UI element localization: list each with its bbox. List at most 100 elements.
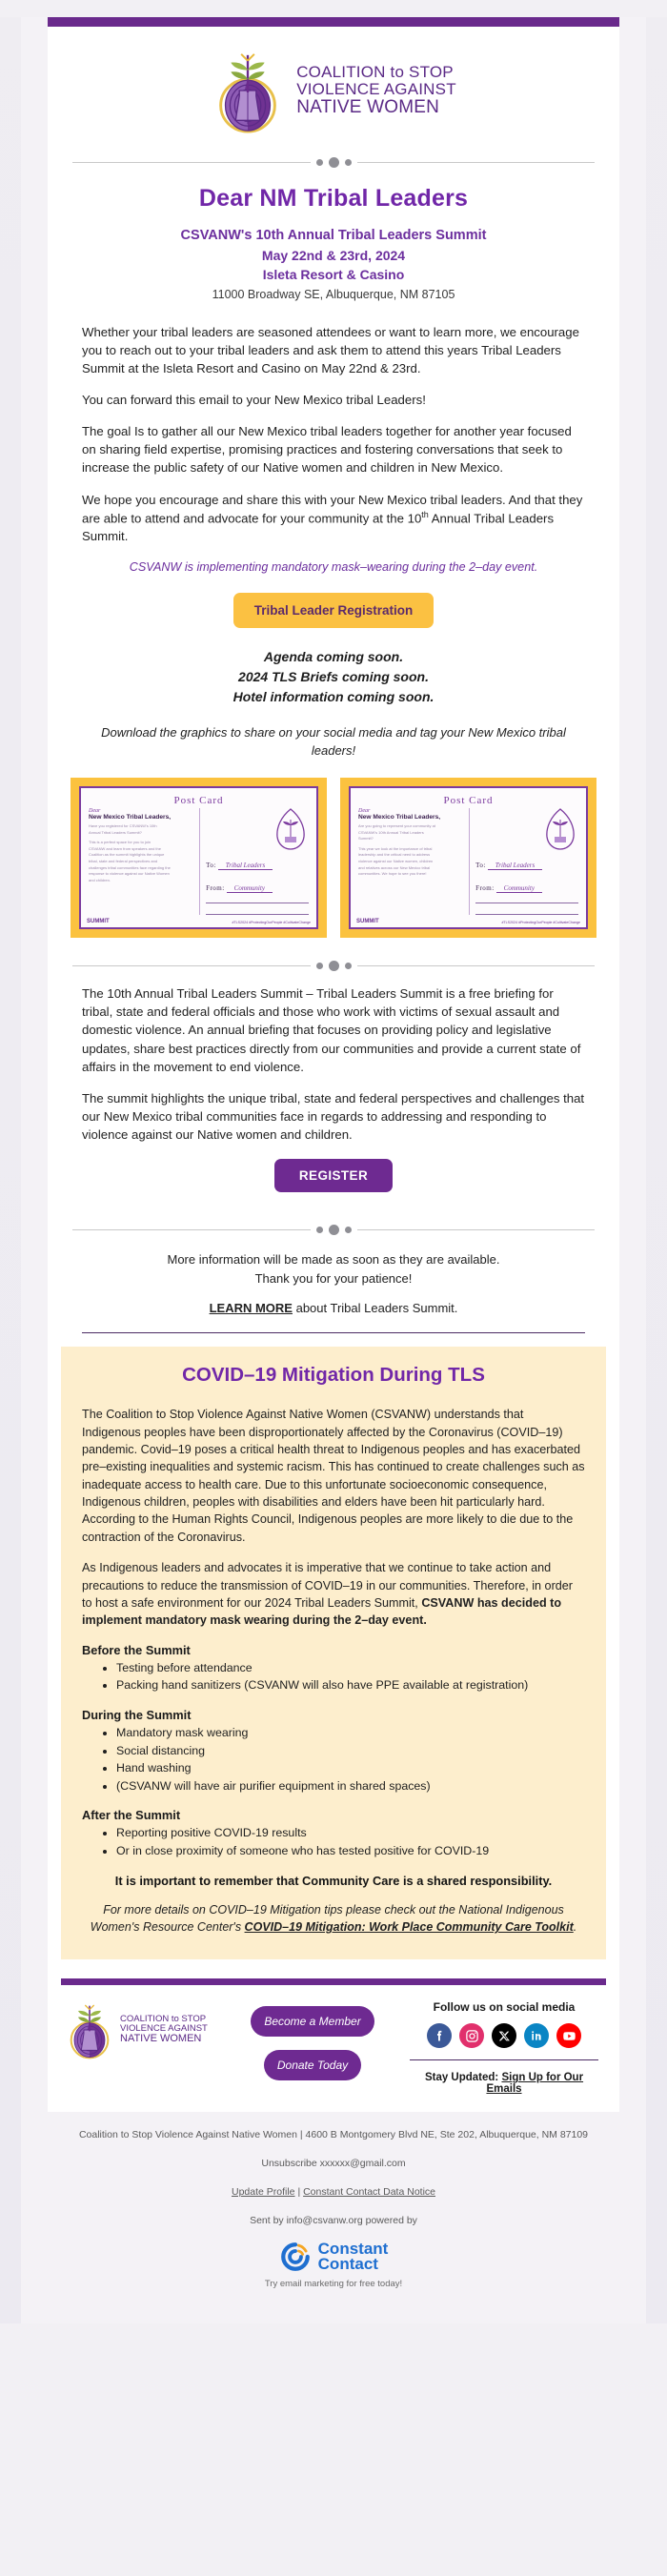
list-item: (CSVANW will have air purifier equipment… (116, 1777, 585, 1795)
postcard-to-value: Tribal Leaders (487, 862, 543, 871)
hotel-coming-soon: Hotel information coming soon. (232, 689, 435, 705)
list-item: Or in close proximity of someone who has… (116, 1842, 585, 1860)
covid-during-heading: During the Summit (82, 1707, 192, 1722)
registration-cta-wrap: Tribal Leader Registration (48, 591, 619, 647)
postcard-1[interactable]: Post Card Dear New Mexico Tribal Leaders… (71, 778, 327, 939)
linkedin-icon[interactable] (524, 2023, 549, 2049)
divider-top (48, 144, 619, 177)
section-rule (82, 1332, 585, 1334)
logo-wordmark: COALITION to STOP VIOLENCE AGAINST NATIV… (296, 64, 456, 117)
about-paragraph-2: The summit highlights the unique tribal,… (82, 1090, 585, 1143)
list-item: Mandatory mask wearing (116, 1724, 585, 1742)
sign-up-emails-link[interactable]: Sign Up for Our Emails (486, 2072, 583, 2095)
more-info-note: More information will be made as soon as… (48, 1245, 619, 1301)
postcard-to-value: Tribal Leaders (217, 862, 273, 871)
footer-logo-line-3: NATIVE WOMEN (120, 2033, 202, 2045)
event-venue: Isleta Resort & Casino (262, 267, 405, 283)
tribal-leader-registration-button[interactable]: Tribal Leader Registration (232, 593, 435, 629)
sent-by-line: Sent by info@csvanw.org powered by (250, 2214, 417, 2226)
constant-contact-logo: Constant Contact (44, 2241, 623, 2273)
event-name: CSVANW's 10th Annual Tribal Leaders Summ… (180, 228, 487, 243)
cc-tagline: Try email marketing for free today! (264, 2279, 403, 2290)
footer-buttons: Become a Member Donate Today (236, 2000, 389, 2081)
postcard-body-line: Have you registered for CSVANW's 10th (89, 823, 157, 829)
email-body: COALITION to STOP VIOLENCE AGAINST NATIV… (48, 27, 619, 2113)
postcard-body-line: communities. We hope to see you there! (358, 871, 427, 877)
arrowhead-stamp-icon (276, 808, 305, 850)
link-separator: | (294, 2185, 304, 2198)
covid-paragraph-2: As Indigenous leaders and advocates it i… (82, 1559, 585, 1630)
unsubscribe-line: Unsubscribe xxxxxx@gmail.com (261, 2157, 406, 2169)
donate-today-button[interactable]: Donate Today (263, 2050, 362, 2081)
youtube-icon[interactable] (556, 2023, 581, 2049)
page-title: Dear NM Tribal Leaders (198, 185, 469, 212)
page-edge-right (646, 17, 667, 2323)
covid-title: COVID–19 Mitigation During TLS (182, 1364, 485, 1387)
x-twitter-icon[interactable] (492, 2023, 516, 2049)
divider-middle (48, 947, 619, 981)
event-date: May 22nd & 23rd, 2024 (261, 248, 406, 264)
covid-toolkit-link[interactable]: COVID–19 Mitigation: Work Place Communit… (245, 1920, 574, 1934)
footer-logo: COALITION to STOP VIOLENCE AGAINST NATIV… (65, 2000, 227, 2059)
divider-lower (48, 1211, 619, 1245)
arrowhead-stamp-icon (546, 808, 575, 850)
become-a-member-button[interactable]: Become a Member (251, 2006, 374, 2038)
postcard-body-line: and children. (89, 877, 111, 882)
postcard-badge: SUMMIT (87, 919, 110, 925)
follow-us-title: Follow us on social media (433, 2000, 576, 2015)
footer-accent-bar (61, 1978, 606, 1986)
register-button[interactable]: REGISTER (273, 1159, 394, 1193)
list-item: Testing before attendance (116, 1659, 585, 1677)
legal-footer: Coalition to Stop Violence Against Nativ… (0, 2112, 667, 2323)
cc-name-line-2: Contact (317, 2255, 378, 2274)
footer-social-rule (410, 2059, 598, 2061)
intro-copy: Whether your tribal leaders are seasoned… (48, 308, 619, 546)
logo-line-1: COALITION to STOP (296, 63, 454, 82)
page-edge-left (0, 17, 21, 2323)
covid-mitigation-panel: COVID–19 Mitigation During TLS The Coali… (61, 1347, 606, 1960)
facebook-icon[interactable] (427, 2023, 452, 2049)
list-item: Hand washing (116, 1759, 585, 1777)
profile-links: Update Profile | Constant Contact Data N… (44, 2184, 623, 2201)
postcard-to-label: To: (206, 862, 216, 870)
postcard-body-line: tribal, state and federal perspectives a… (89, 859, 158, 864)
postcard-to-label: To: (475, 862, 486, 870)
postcard-body-line: This year we look at the importance of t… (358, 845, 433, 851)
intro-paragraph-1: Whether your tribal leaders are seasoned… (82, 324, 579, 375)
postcard-from-value: Community (226, 884, 273, 894)
footer-social: Follow us on social media Stay Updated: … (398, 2000, 602, 2095)
event-address: 11000 Broadway SE, Albuquerque, NM 87105 (212, 287, 455, 301)
intro-paragraph-2: You can forward this email to your New M… (82, 393, 426, 408)
header-logo-block: COALITION to STOP VIOLENCE AGAINST NATIV… (48, 27, 619, 144)
csvanw-logo-icon (219, 53, 277, 133)
data-notice-link[interactable]: Constant Contact Data Notice (303, 2186, 435, 2198)
postcard-from-value: Community (495, 884, 542, 894)
postcard-2[interactable]: Post Card Dear New Mexico Tribal Leaders… (340, 778, 596, 939)
social-icon-row (406, 2023, 602, 2049)
update-profile-link[interactable]: Update Profile (232, 2186, 295, 2198)
postcard-body-line: Annual Tribal Leaders Summit? (89, 829, 142, 835)
postcard-body-line: leadership and the critical need to addr… (358, 852, 431, 858)
postcard-body-line: challenges tribal communities face regar… (89, 864, 171, 870)
email-footer: COALITION to STOP VIOLENCE AGAINST NATIV… (48, 1985, 619, 2112)
mask-policy-note: CSVANW is implementing mandatory mask–we… (129, 560, 538, 575)
postcard-title: Post Card (173, 795, 224, 807)
covid-during-list: Mandatory mask wearing Social distancing… (82, 1724, 585, 1795)
csvanw-logo-icon (70, 2004, 110, 2059)
postcard-body: Are you going to represent your communit… (358, 823, 464, 878)
about-paragraph-1: The 10th Annual Tribal Leaders Summit – … (82, 986, 581, 1074)
about-summit-copy: The 10th Annual Tribal Leaders Summit – … (48, 981, 619, 1144)
postcard-body-line: response to violence against our Native … (89, 871, 170, 877)
postcard-badge: SUMMIT (356, 919, 379, 925)
learn-more-rest: about Tribal Leaders Summit. (292, 1301, 458, 1316)
list-item: Social distancing (116, 1742, 585, 1760)
postcard-body-line: Are you going to represent your communit… (358, 823, 435, 829)
instagram-icon[interactable] (459, 2023, 484, 2049)
top-accent-bar (48, 17, 619, 27)
postcard-body-line: Coalition as the summit highlights the u… (89, 852, 165, 858)
more-info-line-1: More information will be made as soon as… (167, 1252, 500, 1268)
intro-p4-sup: th (421, 509, 429, 519)
postcard-hashtags: #TLS2024 #ProtectingOurPeople #Cultivate… (501, 921, 580, 925)
covid-before-heading: Before the Summit (82, 1642, 191, 1657)
learn-more-link[interactable]: LEARN MORE (210, 1301, 293, 1315)
